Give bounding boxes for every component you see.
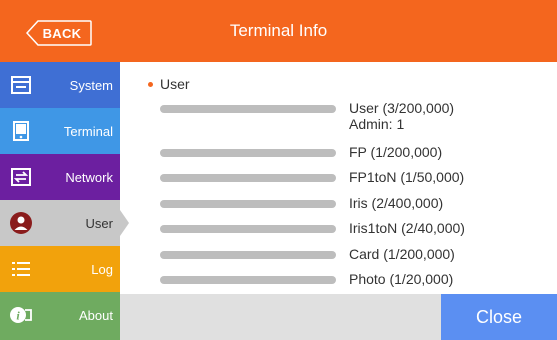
stat-text: Iris (2/400,000): [349, 195, 444, 211]
sidebar-item-label: User: [85, 215, 113, 231]
sidebar: System Terminal Network User Log i About: [0, 62, 129, 340]
stat-row-user: User (3/200,000) Admin: 1: [160, 97, 540, 132]
system-settings-icon: [10, 74, 32, 96]
stat-text: Card (1/200,000): [349, 246, 455, 262]
info-icon: i: [10, 304, 32, 326]
list-icon: [10, 258, 32, 280]
sidebar-item-label: Log: [91, 261, 113, 277]
usage-bar: [160, 149, 336, 157]
sidebar-item-network[interactable]: Network: [0, 154, 120, 200]
stat-row-iris1ton: Iris1toN (2/40,000): [160, 217, 540, 241]
network-icon: [10, 166, 32, 188]
close-button[interactable]: Close: [441, 294, 557, 340]
terminal-device-icon: [10, 120, 32, 142]
usage-bar: [160, 174, 336, 182]
user-icon: [10, 212, 32, 234]
stat-subtext: Admin: 1: [349, 116, 405, 132]
user-info-panel[interactable]: User User (3/200,000) Admin: 1 FP (1/200…: [130, 62, 557, 294]
stat-text: FP1toN (1/50,000): [349, 169, 465, 185]
sidebar-item-label: Network: [65, 169, 113, 185]
page-title: Terminal Info: [229, 21, 328, 40]
stat-text: User (3/200,000): [349, 100, 455, 116]
usage-bar: [160, 276, 336, 284]
footer-bar: [120, 294, 441, 340]
sidebar-item-system[interactable]: System: [0, 62, 120, 108]
usage-bar: [160, 225, 336, 233]
stat-row-iris: Iris (2/400,000): [160, 192, 540, 216]
stat-text: Photo (1/20,000): [349, 271, 454, 287]
section-title: User: [160, 76, 190, 92]
section-header: User: [148, 76, 190, 92]
app-header: BACK Terminal Info: [0, 0, 557, 62]
sidebar-item-log[interactable]: Log: [0, 246, 120, 292]
stat-row-photo: Photo (1/20,000): [160, 268, 540, 292]
usage-bar: [160, 251, 336, 259]
stat-row-fp1ton: FP1toN (1/50,000): [160, 166, 540, 190]
stat-row-card: Card (1/200,000): [160, 243, 540, 267]
stat-text: Iris1toN (2/40,000): [349, 220, 465, 236]
sidebar-item-user[interactable]: User: [0, 200, 129, 246]
stat-row-fp: FP (1/200,000): [160, 141, 540, 165]
sidebar-item-label: About: [79, 307, 113, 323]
usage-bar: [160, 105, 336, 113]
bullet-dot-icon: [148, 81, 153, 87]
stat-text: FP (1/200,000): [349, 144, 443, 160]
sidebar-item-label: System: [69, 77, 113, 93]
usage-bar: [160, 200, 336, 208]
sidebar-item-label: Terminal: [63, 123, 113, 139]
sidebar-item-about[interactable]: i About: [0, 292, 120, 340]
sidebar-item-terminal[interactable]: Terminal: [0, 108, 120, 154]
